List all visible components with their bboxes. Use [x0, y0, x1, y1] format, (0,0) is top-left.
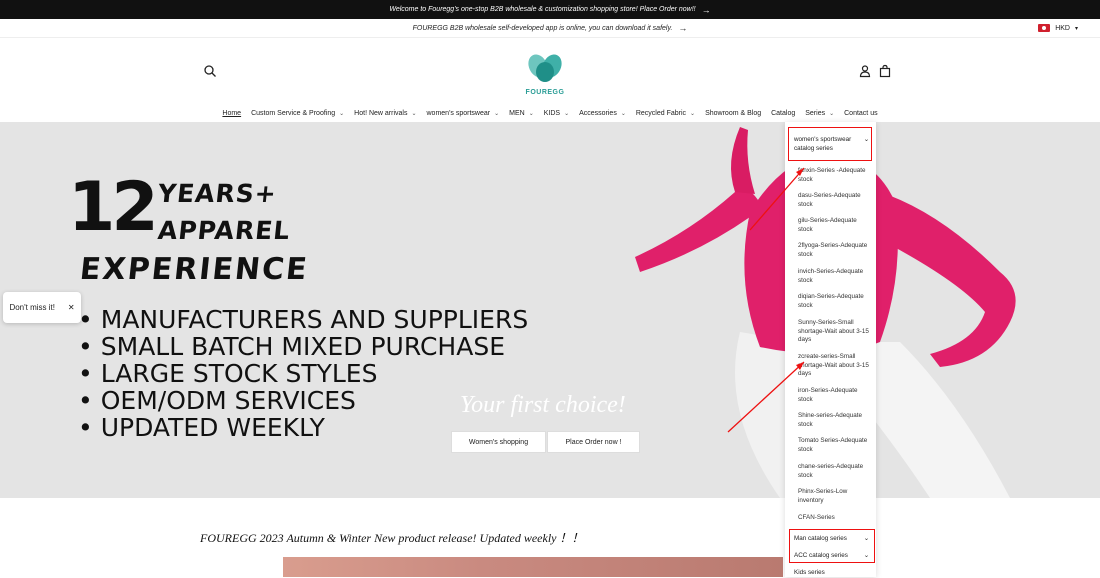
hero-apparel-text: APPAREL: [156, 216, 292, 245]
chevron-down-icon: ⌄: [339, 110, 345, 117]
announcement-bar-top[interactable]: Welcome to Fouregg's one-stop B2B wholes…: [0, 0, 1100, 19]
nav-item-kids[interactable]: KIDS ⌄: [539, 110, 574, 117]
hong-kong-flag-icon: [1038, 24, 1051, 32]
announcement-text: Welcome to Fouregg's one-stop B2B wholes…: [389, 6, 696, 13]
nav-item-accessories[interactable]: Accessories ⌄: [574, 110, 631, 117]
announcement-app-text: FOUREGG B2B wholesale self-developed app…: [412, 24, 673, 32]
annotation-box: [788, 127, 872, 161]
dont-miss-text: Don't miss it!: [9, 303, 55, 312]
nav-item-home[interactable]: Home: [217, 110, 246, 117]
chevron-down-icon: ⌄: [411, 110, 417, 117]
arrow-right-icon: →: [678, 23, 688, 33]
caret-down-icon: ▾: [1074, 25, 1078, 32]
announcement-bar-app[interactable]: FOUREGG B2B wholesale self-developed app…: [0, 19, 1100, 38]
new-product-banner-image[interactable]: [283, 557, 783, 577]
dropdown-series-item[interactable]: CFAN-Series: [798, 514, 870, 523]
main-nav: Home Custom Service & Proofing ⌄ Hot! New…: [0, 104, 1100, 122]
dropdown-item-kids-series[interactable]: Kids series: [794, 569, 869, 578]
nav-item-catalog[interactable]: Catalog: [766, 110, 800, 117]
nav-item-new-arrivals[interactable]: Hot! New arrivals ⌄: [349, 110, 421, 117]
nav-item-recycled-fabric[interactable]: Recycled Fabric ⌄: [631, 110, 700, 117]
chevron-down-icon: ⌄: [564, 110, 570, 117]
hero-bullet: MANUFACTURERS AND SUPPLIERS: [78, 306, 528, 333]
chevron-down-icon: ⌄: [829, 110, 835, 117]
hero-number-12: 12: [68, 168, 159, 247]
hero-bullet: SMALL BATCH MIXED PURCHASE: [78, 333, 528, 360]
currency-code: HKD: [1055, 24, 1070, 32]
hero-bullet: LARGE STOCK STYLES: [78, 360, 528, 387]
annotation-arrows-icon: [727, 167, 805, 433]
hero-experience-text: EXPERIENCE: [78, 252, 311, 287]
dropdown-series-item[interactable]: chane-series-Adequate stock: [798, 463, 870, 480]
account-icon[interactable]: [858, 64, 872, 78]
place-order-button[interactable]: Place Order now !: [547, 431, 640, 453]
dropdown-series-item[interactable]: Phinx-Series-Low inventory: [798, 488, 870, 505]
hero-years-text: YEARS+: [156, 179, 279, 208]
cart-icon[interactable]: [878, 64, 892, 78]
nav-item-series[interactable]: Series ⌄: [800, 110, 839, 117]
search-icon[interactable]: [203, 64, 217, 78]
logo-text: FOUREGG: [525, 89, 565, 96]
chevron-down-icon: ⌄: [528, 110, 534, 117]
arrow-right-icon: →: [701, 4, 711, 15]
new-product-heading: FOUREGG 2023 Autumn & Winter New product…: [200, 531, 584, 545]
dont-miss-popup[interactable]: Don't miss it! ✕: [3, 292, 81, 323]
annotation-box: [789, 529, 875, 563]
chevron-down-icon: ⌄: [494, 110, 500, 117]
womens-shopping-button[interactable]: Women's shopping: [451, 431, 546, 453]
nav-item-custom-service[interactable]: Custom Service & Proofing ⌄: [246, 110, 349, 117]
nav-item-womens-sportswear[interactable]: women's sportswear ⌄: [422, 110, 505, 117]
currency-selector[interactable]: HKD ▾: [1038, 21, 1078, 35]
hero-tagline: Your first choice!: [460, 392, 626, 418]
nav-item-showroom-blog[interactable]: Showroom & Blog: [700, 110, 766, 117]
nav-item-contact[interactable]: Contact us: [839, 110, 882, 117]
nav-item-men[interactable]: MEN ⌄: [504, 110, 539, 117]
chevron-down-icon: ⌄: [690, 110, 696, 117]
close-icon[interactable]: ✕: [68, 303, 75, 312]
logo[interactable]: FOUREGG: [520, 52, 570, 96]
hero-bullet-list: MANUFACTURERS AND SUPPLIERS SMALL BATCH …: [78, 306, 528, 441]
logo-mark-icon: [528, 54, 562, 82]
chevron-down-icon: ⌄: [620, 110, 626, 117]
